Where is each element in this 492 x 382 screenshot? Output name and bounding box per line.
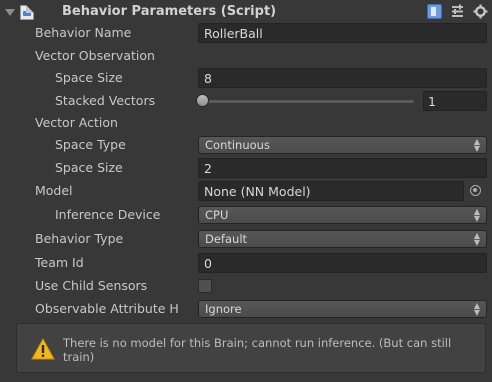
stacked-vectors-slider-track[interactable] [200,100,414,103]
preset-icon[interactable] [450,4,465,19]
stacked-vectors-label: Stacked Vectors [55,93,156,108]
team-id-row: Team Id 0 [0,252,492,274]
model-label: Model [35,183,73,198]
vector-action-heading: Vector Action [35,115,118,130]
stacked-vectors-slider-thumb[interactable] [196,94,209,107]
help-box: There is no model for this Brain; cannot… [16,323,486,373]
gear-icon[interactable] [473,4,488,19]
dropdown-arrows-icon: ▲ ▼ [473,207,480,223]
header-icons [427,4,488,19]
space-type-row: Space Type Continuous ▲ ▼ [0,134,492,156]
team-id-input[interactable]: 0 [198,253,487,273]
inference-device-value: CPU [205,208,229,222]
act-space-size-row: Space Size 2 [0,157,492,179]
behavior-name-input[interactable]: RollerBall [198,23,487,43]
use-child-sensors-label: Use Child Sensors [35,278,148,293]
observable-attribute-row: Observable Attribute H Ignore ▲ ▼ [0,298,492,320]
component-title: Behavior Parameters (Script) [62,4,277,19]
dropdown-arrows-icon: ▲ ▼ [473,301,480,317]
foldout-arrow-icon[interactable] [5,9,15,16]
model-row: Model None (NN Model) [0,180,492,202]
use-child-sensors-row: Use Child Sensors [0,275,492,297]
warning-icon [31,338,55,360]
behavior-type-dropdown[interactable]: Default ▲ ▼ [198,230,487,248]
help-message: There is no model for this Brain; cannot… [63,336,452,364]
team-id-label: Team Id [35,255,84,270]
dropdown-arrows-icon: ▲ ▼ [473,231,480,247]
observable-attribute-dropdown[interactable]: Ignore ▲ ▼ [198,300,487,318]
vector-action-row: Vector Action [0,112,492,134]
model-object-field[interactable]: None (NN Model) [198,181,464,201]
inference-device-label: Inference Device [55,207,161,222]
space-type-label: Space Type [55,137,126,152]
help-book-icon[interactable] [427,4,442,19]
inference-device-row: Inference Device CPU ▲ ▼ [0,204,492,226]
vector-observation-row: Vector Observation [0,45,492,67]
obs-space-size-row: Space Size 8 [0,67,492,89]
space-type-dropdown[interactable]: Continuous ▲ ▼ [198,136,487,154]
inference-device-dropdown[interactable]: CPU ▲ ▼ [198,206,487,224]
behavior-name-row: Behavior Name RollerBall [0,22,492,44]
dropdown-arrows-icon: ▲ ▼ [473,137,480,153]
obs-space-size-input[interactable]: 8 [198,68,487,88]
vector-observation-heading: Vector Observation [35,48,155,63]
stacked-vectors-row: Stacked Vectors 1 [0,90,492,112]
behavior-name-label: Behavior Name [35,25,132,40]
use-child-sensors-checkbox[interactable] [198,279,212,293]
behavior-type-value: Default [205,232,248,246]
observable-attribute-value: Ignore [205,302,242,316]
space-type-value: Continuous [205,138,270,152]
object-picker-icon[interactable] [470,185,481,196]
behavior-type-label: Behavior Type [35,231,124,246]
script-icon [20,5,34,20]
obs-space-size-label: Space Size [55,70,123,85]
act-space-size-input[interactable]: 2 [198,158,487,178]
stacked-vectors-input[interactable]: 1 [423,91,487,111]
behavior-type-row: Behavior Type Default ▲ ▼ [0,228,492,250]
observable-attribute-label: Observable Attribute H [35,301,179,316]
act-space-size-label: Space Size [55,160,123,175]
